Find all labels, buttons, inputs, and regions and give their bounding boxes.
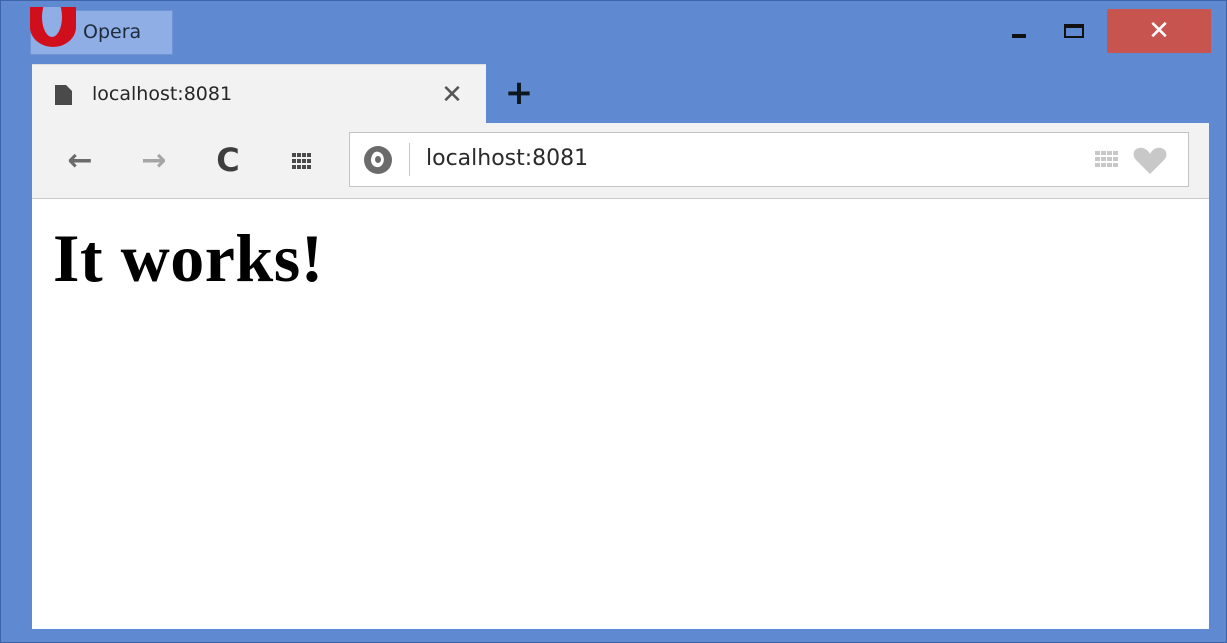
document-icon bbox=[55, 85, 72, 105]
back-arrow-icon: ← bbox=[67, 142, 93, 178]
address-divider bbox=[409, 143, 410, 176]
tab-close-button[interactable]: ✕ bbox=[436, 79, 468, 111]
close-icon: ✕ bbox=[1148, 16, 1170, 46]
forward-arrow-icon: → bbox=[141, 142, 167, 178]
reload-icon: C bbox=[216, 141, 240, 179]
new-tab-button[interactable]: + bbox=[501, 73, 537, 113]
opera-logo-icon bbox=[30, 7, 76, 47]
opera-menu-label: Opera bbox=[83, 21, 142, 43]
browser-window: Opera ✕ localhost:8081 ✕ + ← → C localho… bbox=[0, 0, 1227, 643]
close-window-button[interactable]: ✕ bbox=[1107, 9, 1211, 53]
plus-icon: + bbox=[504, 73, 534, 113]
heart-icon[interactable] bbox=[1132, 146, 1168, 176]
opera-menu-button[interactable]: Opera bbox=[30, 7, 173, 55]
maximize-button[interactable] bbox=[1051, 9, 1097, 53]
tab-localhost[interactable]: localhost:8081 ✕ bbox=[32, 64, 486, 124]
back-button[interactable]: ← bbox=[60, 140, 100, 180]
maximize-icon bbox=[1064, 24, 1084, 38]
close-icon: ✕ bbox=[441, 80, 463, 110]
speed-dial-button[interactable] bbox=[282, 140, 322, 180]
globe-icon[interactable] bbox=[364, 146, 392, 174]
page-heading: It works! bbox=[53, 220, 324, 296]
url-field[interactable]: localhost:8081 bbox=[426, 146, 588, 171]
tab-title: localhost:8081 bbox=[92, 83, 233, 105]
address-bar[interactable]: localhost:8081 bbox=[349, 132, 1189, 187]
page-viewport: It works! bbox=[32, 199, 1209, 629]
reload-button[interactable]: C bbox=[208, 140, 248, 180]
speed-dial-add-icon[interactable] bbox=[1095, 151, 1118, 167]
navigation-toolbar: ← → C localhost:8081 bbox=[32, 123, 1209, 199]
forward-button[interactable]: → bbox=[134, 140, 174, 180]
grid-icon bbox=[292, 153, 312, 169]
minimize-button[interactable] bbox=[996, 9, 1042, 53]
minimize-icon bbox=[1012, 34, 1026, 38]
